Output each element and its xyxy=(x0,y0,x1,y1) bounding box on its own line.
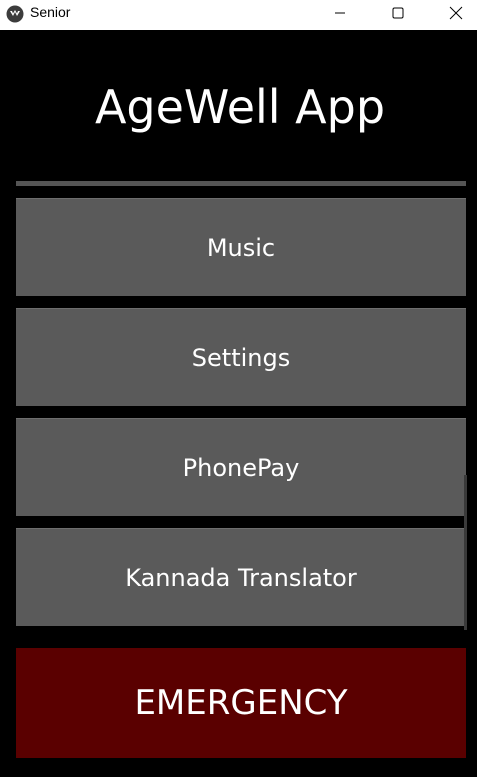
settings-button[interactable]: Settings xyxy=(16,308,466,406)
phonepay-button[interactable]: PhonePay xyxy=(16,418,466,516)
minimize-icon xyxy=(334,6,346,24)
close-icon xyxy=(449,6,463,25)
maximize-button[interactable] xyxy=(375,0,421,30)
kannada-translator-button-label: Kannada Translator xyxy=(125,563,357,592)
app-window: Senior AgeWell App Music Settings PhoneP… xyxy=(0,0,477,777)
kannada-translator-button[interactable]: Kannada Translator xyxy=(16,528,466,626)
maximize-icon xyxy=(392,6,404,24)
music-button[interactable]: Music xyxy=(16,198,466,296)
divider xyxy=(16,181,466,186)
close-button[interactable] xyxy=(433,0,477,30)
emergency-button-label: EMERGENCY xyxy=(134,683,348,723)
kivy-logo-icon xyxy=(6,5,24,23)
phonepay-button-label: PhonePay xyxy=(182,453,300,482)
music-button-label: Music xyxy=(206,233,276,262)
settings-button-label: Settings xyxy=(191,343,291,372)
window-title: Senior xyxy=(30,4,71,20)
emergency-button[interactable]: EMERGENCY xyxy=(16,648,466,758)
scrollbar[interactable] xyxy=(464,475,467,630)
title-bar[interactable]: Senior xyxy=(0,0,477,30)
minimize-button[interactable] xyxy=(317,0,363,30)
page-title: AgeWell App xyxy=(94,80,386,134)
